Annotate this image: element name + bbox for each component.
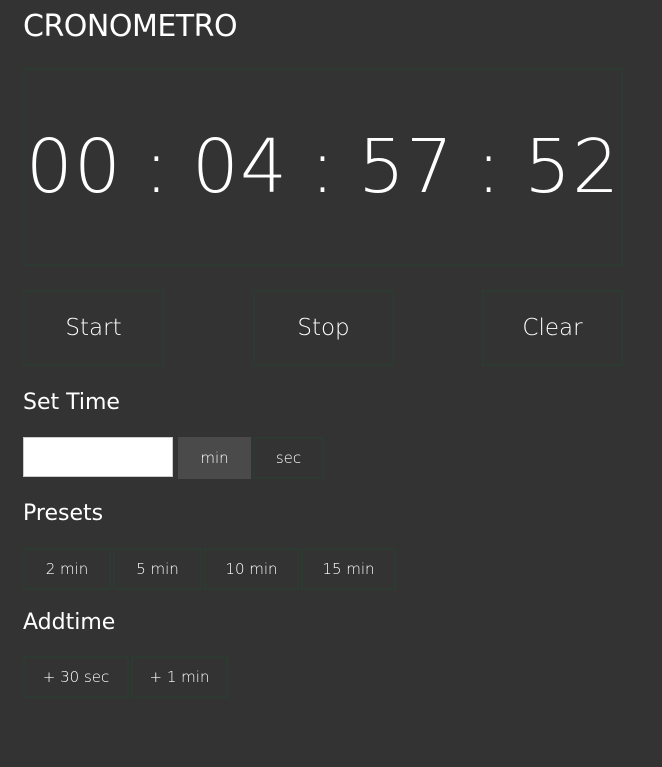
preset-5-min-button[interactable]: 5 min: [113, 548, 202, 590]
minutes-value: 04: [191, 124, 289, 210]
stop-button[interactable]: Stop: [253, 290, 394, 366]
start-button[interactable]: Start: [23, 290, 164, 366]
set-time-label: Set Time: [23, 390, 120, 415]
add-1-min-button[interactable]: + 1 min: [131, 656, 228, 698]
clear-button[interactable]: Clear: [482, 290, 623, 366]
preset-15-min-button[interactable]: 15 min: [301, 548, 396, 590]
unit-sec-button[interactable]: sec: [253, 437, 324, 479]
addtime-label: Addtime: [23, 610, 116, 635]
time-display: 00 : 04 : 57 : 52: [23, 68, 623, 266]
set-time-input[interactable]: [23, 437, 173, 477]
app-title: CRONOMETRO: [23, 9, 238, 44]
hundredths-value: 52: [524, 124, 621, 210]
presets-label: Presets: [23, 501, 104, 526]
stopwatch-app: CRONOMETRO 00 : 04 : 57 : 52 Start Stop …: [0, 0, 662, 767]
time-separator: :: [476, 124, 503, 210]
preset-2-min-button[interactable]: 2 min: [23, 548, 111, 590]
time-separator: :: [310, 124, 336, 210]
hours-value: 00: [25, 124, 122, 210]
time-separator: :: [143, 124, 170, 210]
add-30-sec-button[interactable]: + 30 sec: [23, 656, 129, 698]
unit-min-button[interactable]: min: [178, 437, 251, 479]
seconds-value: 57: [357, 124, 455, 210]
preset-10-min-button[interactable]: 10 min: [204, 548, 299, 590]
